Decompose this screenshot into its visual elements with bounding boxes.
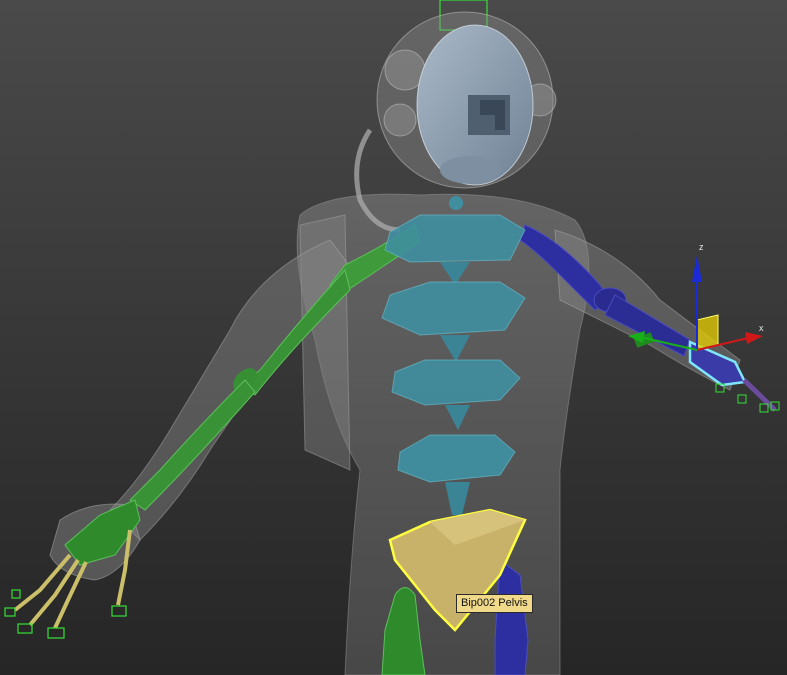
viewport-scene[interactable]: z x bbox=[0, 0, 787, 675]
selected-object-tooltip: Bip002 Pelvis bbox=[456, 594, 533, 613]
x-axis-label: x bbox=[759, 323, 764, 333]
3d-viewport[interactable]: z x Bip002 Pelvis bbox=[0, 0, 787, 675]
left-finger-tip-boxes[interactable] bbox=[4, 589, 127, 639]
z-axis-label: z bbox=[699, 242, 704, 252]
biped-head[interactable] bbox=[416, 24, 534, 186]
right-hand-selected[interactable] bbox=[688, 340, 780, 413]
